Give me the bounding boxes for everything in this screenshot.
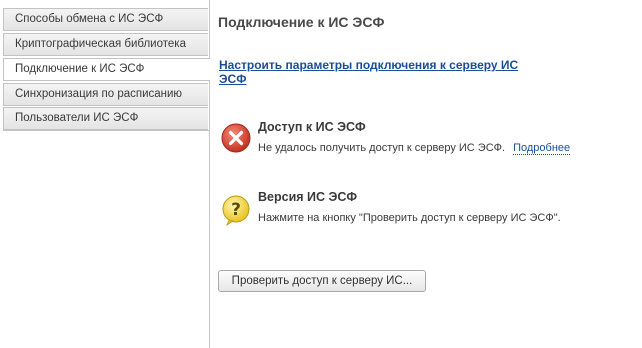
error-icon bbox=[221, 123, 251, 153]
panel-divider[interactable] bbox=[209, 0, 210, 348]
check-access-button[interactable]: Проверить доступ к серверу ИС... bbox=[218, 270, 426, 292]
sidebar-item-users[interactable]: Пользователи ИС ЭСФ bbox=[3, 107, 208, 130]
svg-text:?: ? bbox=[231, 200, 241, 220]
details-link[interactable]: Подробнее bbox=[513, 142, 571, 155]
sidebar-item-crypto-library[interactable]: Криптографическая библиотека bbox=[3, 33, 208, 56]
version-status-text: Нажмите на кнопку "Проверить доступ к се… bbox=[258, 212, 561, 224]
sidebar-item-exchange-methods[interactable]: Способы обмена с ИС ЭСФ bbox=[3, 8, 208, 31]
sidebar: Способы обмена с ИС ЭСФ Криптографическа… bbox=[0, 0, 210, 348]
configure-connection-link[interactable]: Настроить параметры подключения к сервер… bbox=[219, 58, 529, 86]
version-block: ? Версия ИС ЭСФ Нажмите на кнопку "Прове… bbox=[218, 190, 638, 230]
sidebar-item-schedule-sync[interactable]: Синхронизация по расписанию bbox=[3, 83, 208, 106]
sidebar-bottom-divider bbox=[3, 130, 209, 131]
version-title: Версия ИС ЭСФ bbox=[258, 190, 358, 204]
page-title: Подключение к ИС ЭСФ bbox=[218, 14, 385, 30]
access-status: Не удалось получить доступ к серверу ИС … bbox=[258, 142, 571, 155]
access-block: Доступ к ИС ЭСФ Не удалось получить дост… bbox=[218, 120, 638, 160]
sidebar-item-connection[interactable]: Подключение к ИС ЭСФ bbox=[3, 58, 210, 81]
access-title: Доступ к ИС ЭСФ bbox=[258, 120, 366, 134]
question-icon: ? bbox=[222, 195, 250, 226]
access-status-text: Не удалось получить доступ к серверу ИС … bbox=[258, 142, 506, 154]
main-panel: Подключение к ИС ЭСФ Настроить параметры… bbox=[218, 0, 638, 348]
